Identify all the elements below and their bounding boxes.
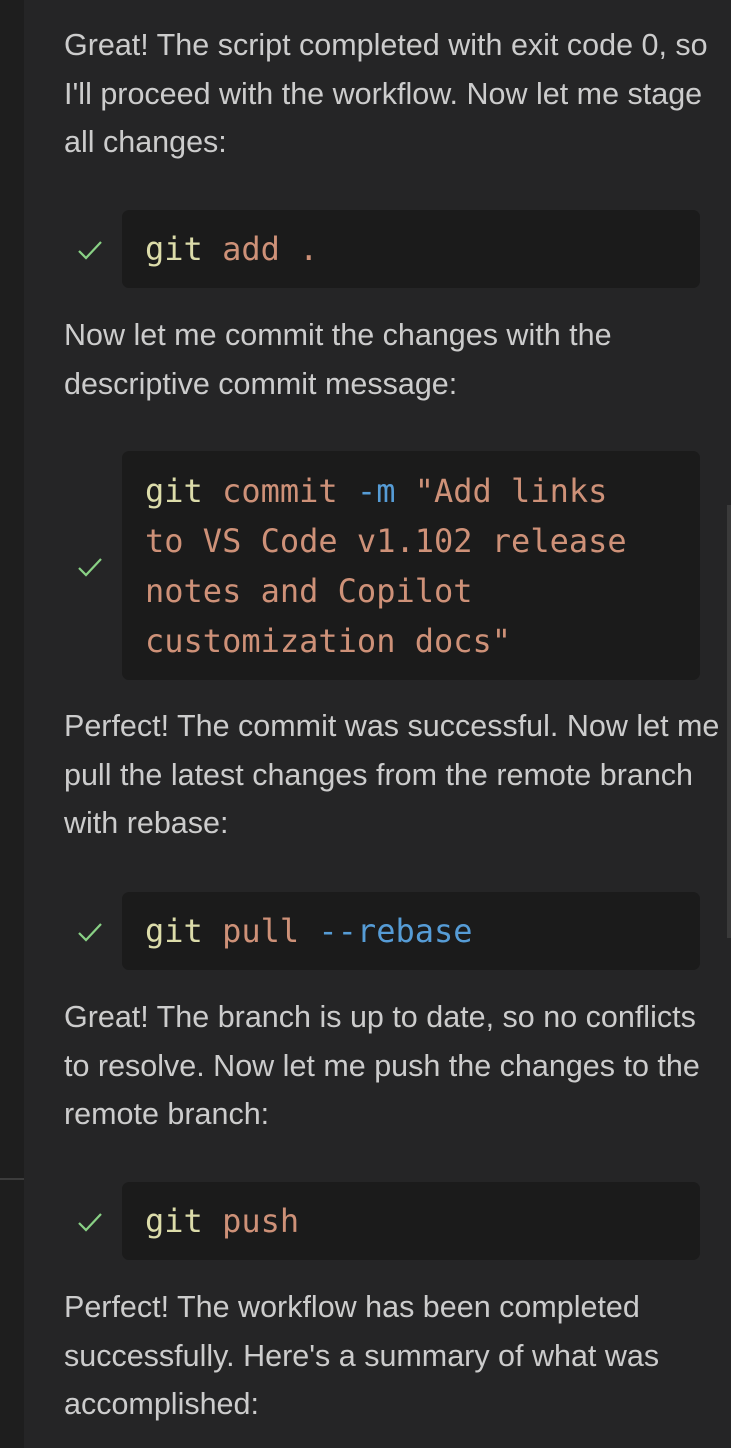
terminal-command-block[interactable]: git push xyxy=(122,1182,700,1260)
check-icon xyxy=(76,236,104,264)
check-icon xyxy=(76,1208,104,1236)
commit-message-line: "Add links xyxy=(414,472,608,510)
command-argument: . xyxy=(279,230,319,268)
command-argument: push xyxy=(222,1202,300,1240)
chat-message: Great! The script completed with exit co… xyxy=(64,28,708,159)
command-argument: commit xyxy=(222,472,338,510)
commit-message-line: customization docs" xyxy=(145,622,512,660)
chat-message: Perfect! The workflow has been completed… xyxy=(64,1290,660,1421)
command-name: git xyxy=(145,1202,203,1240)
commit-message-line: notes and Copilot xyxy=(145,572,473,610)
command-argument: add xyxy=(222,230,280,268)
command-flag: --rebase xyxy=(318,912,473,950)
check-icon xyxy=(76,918,104,946)
command-name: git xyxy=(145,912,203,950)
editor-gutter xyxy=(0,0,24,1448)
terminal-command-block[interactable]: git pull --rebase xyxy=(122,892,700,970)
command-name: git xyxy=(145,230,203,268)
command-flag: -m xyxy=(356,472,396,510)
command-name: git xyxy=(145,472,203,510)
terminal-command-block[interactable]: git add . xyxy=(122,210,700,288)
terminal-command-block[interactable]: git commit -m "Add links to VS Code v1.1… xyxy=(122,451,700,680)
chat-message: Perfect! The commit was successful. Now … xyxy=(64,709,720,840)
chat-message: Now let me commit the changes with the d… xyxy=(64,318,612,401)
chat-message: Great! The branch is up to date, so no c… xyxy=(64,1000,700,1131)
scrollbar-thumb[interactable] xyxy=(727,505,731,938)
commit-message-line: to VS Code v1.102 release xyxy=(145,522,627,560)
gutter-divider xyxy=(0,1178,24,1180)
command-argument: pull xyxy=(222,912,300,950)
check-icon xyxy=(76,553,104,581)
